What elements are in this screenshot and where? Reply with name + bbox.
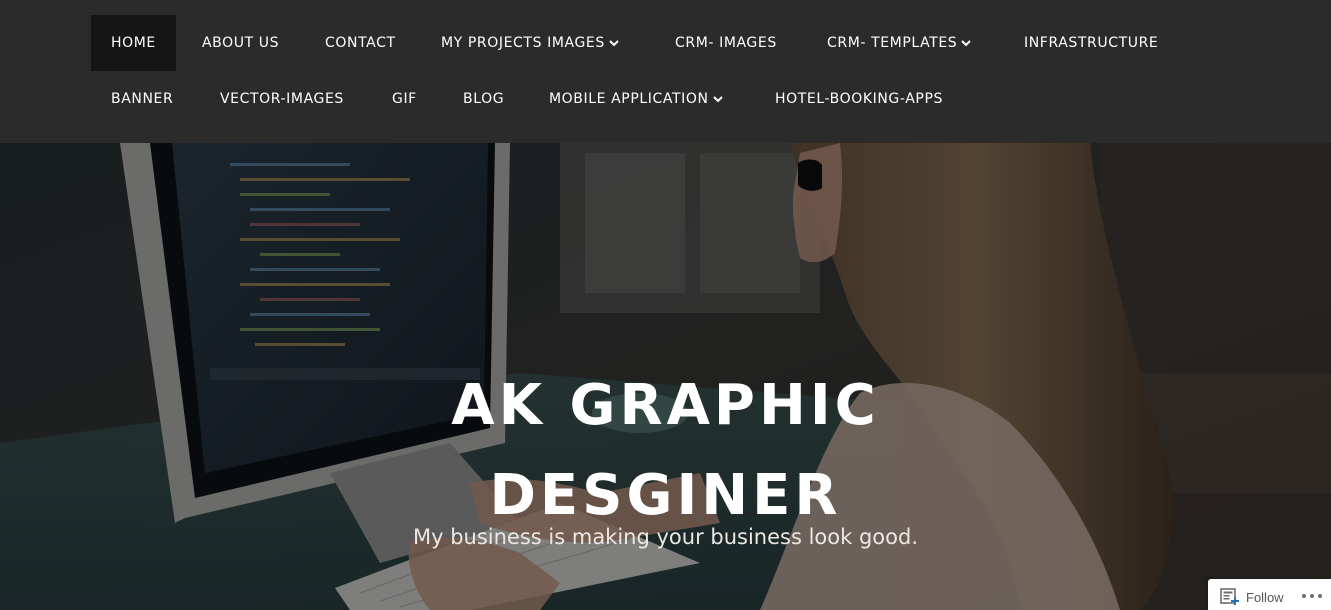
nav-item-label: MY PROJECTS IMAGES	[441, 35, 605, 51]
nav-item-my-projects-images[interactable]: MY PROJECTS IMAGES	[441, 15, 619, 71]
nav-item-vector-images[interactable]: VECTOR-IMAGES	[220, 71, 344, 127]
nav-item-label: CRM- TEMPLATES	[827, 35, 958, 51]
nav-item-label: CONTACT	[325, 35, 396, 51]
nav-item-contact[interactable]: CONTACT	[325, 15, 396, 71]
nav-item-label: CRM- IMAGES	[675, 35, 777, 51]
nav-item-label: HOME	[111, 35, 156, 51]
reader-follow-icon	[1220, 588, 1246, 606]
chevron-down-icon	[609, 39, 619, 47]
nav-item-label: VECTOR-IMAGES	[220, 91, 344, 107]
site-title-line-1: AK GRAPHIC	[451, 372, 880, 438]
nav-item-about-us[interactable]: ABOUT US	[202, 15, 279, 71]
nav-item-label: BANNER	[111, 91, 174, 107]
primary-navigation: HOME ABOUT US CONTACT MY PROJECTS IMAGES…	[0, 0, 1331, 143]
nav-item-label: MOBILE APPLICATION	[549, 91, 709, 107]
follow-button[interactable]: Follow	[1220, 587, 1284, 607]
nav-item-label: HOTEL-BOOKING-APPS	[775, 91, 943, 107]
nav-item-label: ABOUT US	[202, 35, 280, 51]
nav-item-home[interactable]: HOME	[91, 15, 176, 71]
nav-item-infrastructure[interactable]: INFRASTRUCTURE	[1024, 15, 1158, 71]
hero-header: AK GRAPHIC DESGINER My business is makin…	[0, 143, 1331, 610]
nav-item-banner[interactable]: BANNER	[111, 71, 173, 127]
nav-item-label: INFRASTRUCTURE	[1024, 35, 1159, 51]
follow-label: Follow	[1246, 589, 1284, 605]
nav-item-label: GIF	[392, 91, 417, 107]
nav-item-blog[interactable]: BLOG	[463, 71, 504, 127]
chevron-down-icon	[712, 95, 723, 103]
ellipsis-icon[interactable]	[1300, 589, 1326, 601]
site-tagline: My business is making your business look…	[412, 525, 918, 549]
nav-item-gif[interactable]: GIF	[392, 71, 417, 127]
nav-item-crm-images[interactable]: CRM- IMAGES	[675, 15, 777, 71]
nav-item-label: BLOG	[463, 91, 505, 107]
nav-item-hotel-booking-apps[interactable]: HOTEL-BOOKING-APPS	[775, 71, 943, 127]
nav-item-crm-templates[interactable]: CRM- TEMPLATES	[827, 15, 972, 71]
chevron-down-icon	[961, 39, 972, 47]
follow-widget: Follow	[1208, 579, 1331, 610]
nav-item-mobile-application[interactable]: MOBILE APPLICATION	[549, 71, 723, 127]
